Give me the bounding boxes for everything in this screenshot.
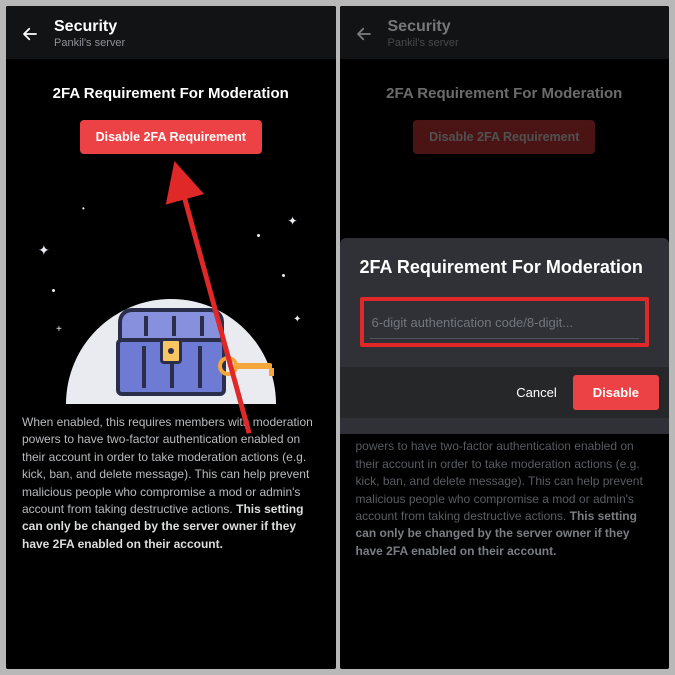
header: Security Pankil's server (340, 6, 670, 59)
chest-icon (116, 308, 226, 396)
disable-2fa-requirement-button[interactable]: Disable 2FA Requirement (80, 120, 262, 154)
description-text: When enabled, this requires members with… (22, 414, 320, 553)
annotation-highlight-box (360, 297, 650, 347)
confirm-2fa-sheet: 2FA Requirement For Moderation Cancel Di… (340, 238, 670, 434)
content: 2FA Requirement For Moderation Disable 2… (6, 59, 336, 569)
section-title: 2FA Requirement For Moderation (356, 85, 654, 102)
sheet-title: 2FA Requirement For Moderation (360, 256, 650, 279)
screen-left: Security Pankil's server 2FA Requirement… (6, 6, 336, 669)
lock-icon (160, 338, 182, 364)
content-dimmed: 2FA Requirement For Moderation Disable 2… (340, 59, 670, 170)
back-arrow-icon[interactable] (354, 24, 374, 44)
page-subtitle: Pankil's server (54, 37, 125, 49)
header-titles: Security Pankil's server (54, 18, 125, 49)
sheet-button-row: Cancel Disable (340, 367, 670, 418)
illustration-2fa-chest: ✦ ✦ + ✦ • (22, 174, 320, 404)
back-arrow-icon[interactable] (20, 24, 40, 44)
section-title: 2FA Requirement For Moderation (22, 85, 320, 102)
auth-code-input[interactable] (370, 305, 640, 339)
header: Security Pankil's server (6, 6, 336, 59)
page-title: Security (388, 18, 459, 36)
header-titles: Security Pankil's server (388, 18, 459, 49)
key-icon (218, 356, 278, 376)
disable-2fa-requirement-button: Disable 2FA Requirement (413, 120, 595, 154)
background-description: W powers to have two-factor authenticati… (356, 421, 654, 649)
disable-button[interactable]: Disable (573, 375, 659, 410)
screen-right: Security Pankil's server 2FA Requirement… (340, 6, 670, 669)
page-subtitle: Pankil's server (388, 37, 459, 49)
cancel-button[interactable]: Cancel (500, 375, 572, 410)
page-title: Security (54, 18, 125, 36)
description-plain: When enabled, this requires members with… (22, 415, 313, 516)
